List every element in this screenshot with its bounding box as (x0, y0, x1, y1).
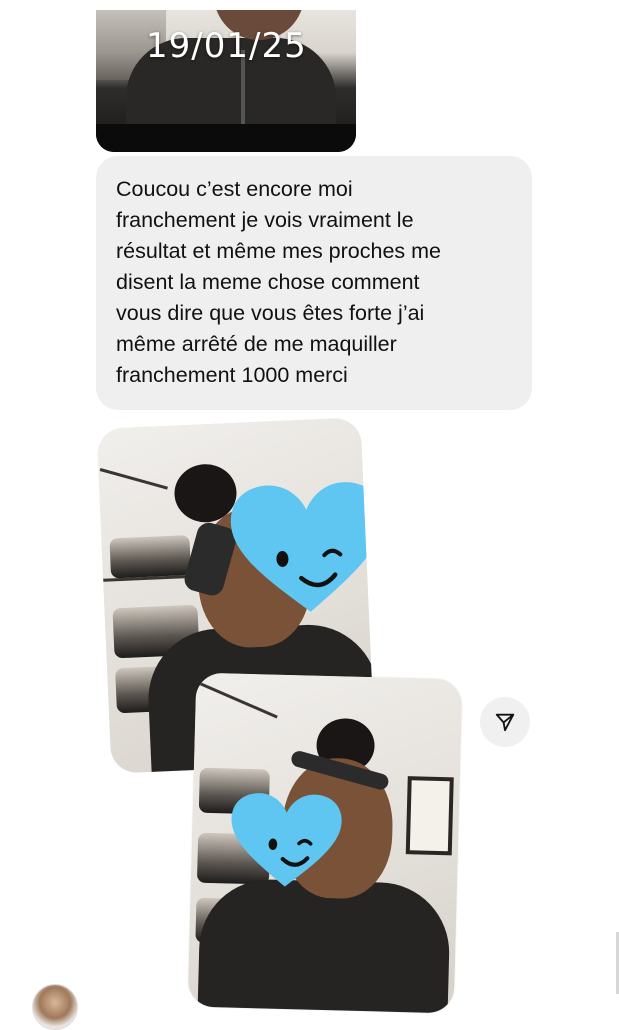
message-bubble[interactable]: Coucou c’est encore moi franchement je v… (96, 156, 532, 410)
photo-clothes (109, 534, 192, 579)
sender-avatar[interactable] (32, 984, 78, 1030)
photo-subject-hoodie (197, 877, 451, 1014)
heart-face-sticker-icon (230, 482, 376, 612)
share-button[interactable] (480, 697, 530, 747)
photo-bottom-bar (96, 124, 356, 152)
photo-wall-frame (405, 776, 454, 856)
message-text: Coucou c’est encore moi franchement je v… (116, 177, 442, 387)
photo-date-overlay: 19/01/25 (146, 26, 307, 66)
photo-message-top[interactable]: 19/01/25 (96, 10, 356, 152)
heart-face-sticker-icon (231, 793, 342, 887)
send-icon (495, 713, 515, 732)
photo-message-2[interactable] (187, 672, 463, 1014)
